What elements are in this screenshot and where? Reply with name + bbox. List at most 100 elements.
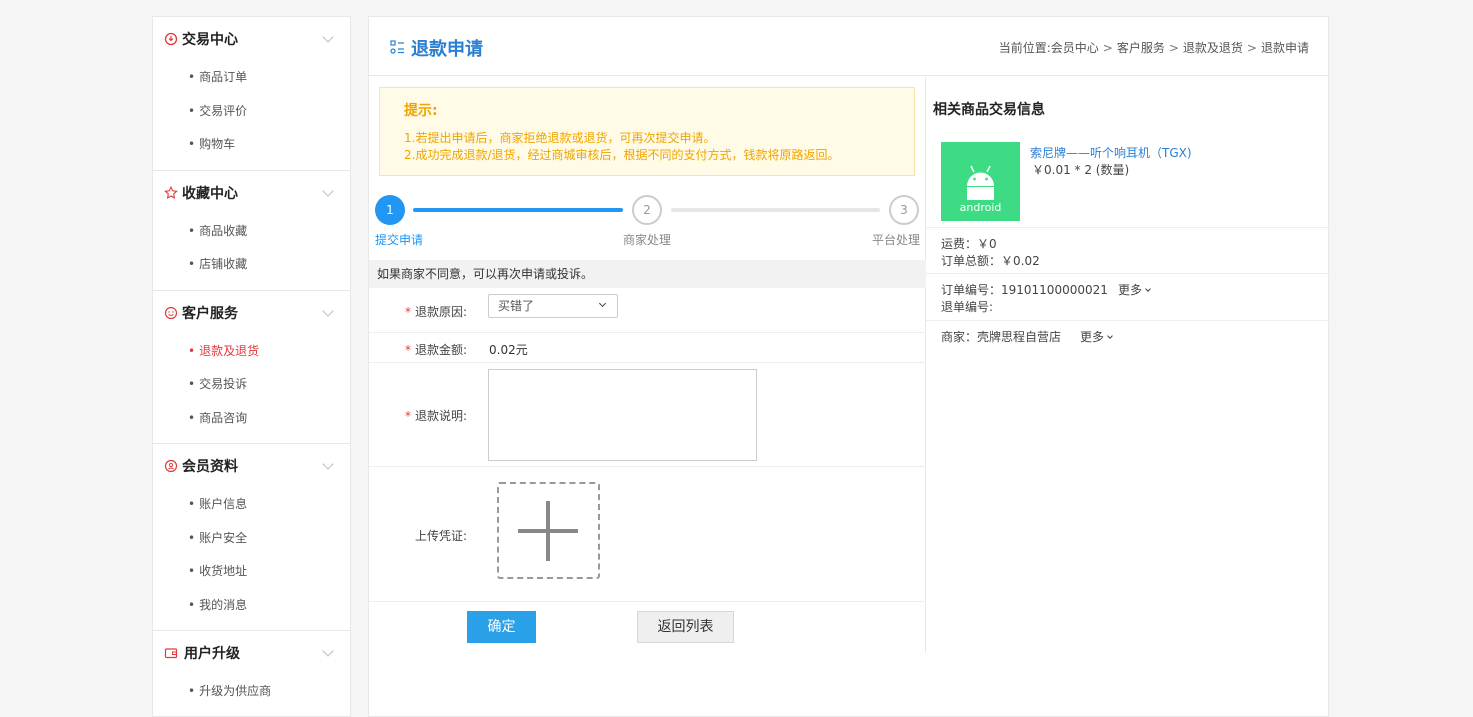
step-3-label: 平台处理 xyxy=(872,233,921,247)
main-header: 退款申请 当前位置:会员中心 > 客户服务 > 退款及退货 > 退款申请 xyxy=(369,17,1328,76)
page-title: 退款申请 xyxy=(411,39,483,60)
product-image[interactable]: android xyxy=(941,142,1020,221)
chevron-down-icon[interactable] xyxy=(322,645,334,657)
form-note: 如果商家不同意，可以再次申请或投诉。 xyxy=(369,260,926,288)
merchant-more-toggle[interactable]: 更多 xyxy=(1080,328,1113,345)
chevron-down-icon xyxy=(1107,333,1113,339)
breadcrumb-item[interactable]: 退款及退货 xyxy=(1183,41,1243,55)
sidebar-section-customer-service: 客户服务 退款及退货 交易投诉 商品咨询 xyxy=(153,291,350,444)
sidebar-item-complaints[interactable]: 交易投诉 xyxy=(153,368,350,402)
description-row: * 退款说明: xyxy=(369,363,926,467)
sidebar-section-header[interactable]: 客户服务 xyxy=(153,291,350,335)
plus-icon-vertical xyxy=(546,501,550,561)
upload-row: 上传凭证: xyxy=(369,467,926,602)
refund-form-column: 提示: 1.若提出申请后，商家拒绝退款或退货，可再次提交申请。 2.成功完成退款… xyxy=(369,77,926,653)
sidebar-item-shop-favorites[interactable]: 店铺收藏 xyxy=(153,248,350,282)
product-name-link[interactable]: 索尼牌——听个响耳机（TGX) xyxy=(1030,144,1192,161)
sidebar-item-account-info[interactable]: 账户信息 xyxy=(153,488,350,522)
list-icon xyxy=(390,40,405,55)
section-title: 会员资料 xyxy=(182,459,238,475)
sidebar-item-reviews[interactable]: 交易评价 xyxy=(153,95,350,129)
reason-label: * 退款原因: xyxy=(405,303,467,320)
sidebar-section-header[interactable]: 用户升级 xyxy=(153,631,350,675)
chevron-down-icon[interactable] xyxy=(322,31,334,43)
order-number: 订单编号：19101100000021 xyxy=(941,283,1108,297)
sidebar-item-upgrade-supplier[interactable]: 升级为供应商 xyxy=(153,675,350,709)
more-label: 更多 xyxy=(1118,283,1143,297)
breadcrumb-separator: > xyxy=(1246,41,1257,55)
order-no-block: 订单编号：19101100000021 更多 退单编号: xyxy=(926,273,1329,320)
wallet-icon xyxy=(164,646,178,660)
sidebar-item-orders[interactable]: 商品订单 xyxy=(153,61,350,95)
breadcrumb-item[interactable]: 客户服务 xyxy=(1117,41,1165,55)
sidebar-section-favorites: 收藏中心 商品收藏 店铺收藏 xyxy=(153,171,350,291)
upload-button[interactable] xyxy=(497,482,600,579)
chevron-down-icon xyxy=(1145,286,1151,292)
merchant-name: 商家：壳牌思程自营店 xyxy=(941,330,1062,344)
sidebar-item-product-favorites[interactable]: 商品收藏 xyxy=(153,215,350,249)
step-2-label: 商家处理 xyxy=(623,233,672,247)
section-title: 用户升级 xyxy=(184,646,240,662)
chevron-down-icon xyxy=(598,299,607,308)
description-label: * 退款说明: xyxy=(405,407,467,424)
step-line-todo xyxy=(671,208,880,212)
required-mark: * xyxy=(404,305,411,319)
user-icon xyxy=(164,459,178,473)
merchant-block: 商家：壳牌思程自营店 更多 xyxy=(926,320,1329,350)
shipping-fee: 运费：￥0 xyxy=(941,237,997,251)
sidebar-section-header[interactable]: 收藏中心 xyxy=(153,171,350,215)
required-mark: * xyxy=(404,409,411,423)
breadcrumb-separator: > xyxy=(1168,41,1179,55)
progress-steps: 1 2 3 提交申请 商家处理 平台处理 xyxy=(369,195,926,251)
refund-description-textarea[interactable] xyxy=(488,369,757,461)
amount-label: * 退款金额: xyxy=(405,341,467,358)
description-label-text: 退款说明: xyxy=(414,409,467,423)
chevron-down-icon[interactable] xyxy=(322,184,334,197)
required-mark: * xyxy=(404,343,411,357)
amount-value: 0.02元 xyxy=(489,343,528,357)
fee-block: 运费：￥0 订单总额：￥0.02 xyxy=(926,227,1329,273)
reason-select-value: 买错了 xyxy=(498,299,535,313)
related-info-column: 相关商品交易信息 android 索尼牌——听个响耳机（TGX) ￥0.01 *… xyxy=(926,77,1329,653)
more-label: 更多 xyxy=(1080,330,1105,344)
breadcrumb-current: 退款申请 xyxy=(1260,41,1309,55)
android-icon: android xyxy=(960,165,1002,214)
section-title: 交易中心 xyxy=(182,32,238,48)
order-more-toggle[interactable]: 更多 xyxy=(1118,281,1151,298)
reason-label-text: 退款原因: xyxy=(414,305,467,319)
sidebar-section-member: 会员资料 账户信息 账户安全 收货地址 我的消息 xyxy=(153,444,350,631)
sidebar-section-upgrade: 用户升级 升级为供应商 xyxy=(153,631,350,709)
breadcrumb-separator: > xyxy=(1102,41,1113,55)
sidebar-section-trade: 交易中心 商品订单 交易评价 购物车 xyxy=(153,17,350,171)
order-total: 订单总额：￥0.02 xyxy=(941,254,1040,268)
sidebar-item-consultation[interactable]: 商品咨询 xyxy=(153,402,350,436)
sidebar-item-account-security[interactable]: 账户安全 xyxy=(153,522,350,556)
breadcrumb-item[interactable]: 会员中心 xyxy=(1051,41,1099,55)
reason-select[interactable]: 买错了 xyxy=(488,294,618,318)
tip-box: 提示: 1.若提出申请后，商家拒绝退款或退货，可再次提交申请。 2.成功完成退款… xyxy=(379,87,915,176)
android-wordmark: android xyxy=(960,201,1002,214)
chevron-down-icon[interactable] xyxy=(322,304,334,317)
tip-title: 提示: xyxy=(404,103,438,119)
sidebar-item-refund[interactable]: 退款及退货 xyxy=(153,335,350,369)
sidebar-item-messages[interactable]: 我的消息 xyxy=(153,589,350,623)
breadcrumb: 当前位置:会员中心 > 客户服务 > 退款及退货 > 退款申请 xyxy=(999,39,1309,56)
upload-label: 上传凭证: xyxy=(414,529,467,543)
sidebar: 交易中心 商品订单 交易评价 购物车 收藏中心 商品收藏 店铺收藏 客户服务 退… xyxy=(152,16,351,717)
section-title: 客户服务 xyxy=(182,305,238,322)
step-2-circle: 2 xyxy=(632,195,662,225)
confirm-button[interactable]: 确定 xyxy=(467,611,536,643)
sidebar-item-address[interactable]: 收货地址 xyxy=(153,555,350,589)
reason-row: * 退款原因: 买错了 xyxy=(369,288,926,333)
back-to-list-button[interactable]: 返回列表 xyxy=(637,611,734,643)
sidebar-section-header[interactable]: 会员资料 xyxy=(153,444,350,488)
main-panel: 退款申请 当前位置:会员中心 > 客户服务 > 退款及退货 > 退款申请 提示: 1.若提出… xyxy=(368,16,1329,717)
sidebar-section-header[interactable]: 交易中心 xyxy=(153,17,350,61)
related-title: 相关商品交易信息 xyxy=(933,102,1045,118)
step-1-label: 提交申请 xyxy=(375,233,424,247)
tip-line: 2.成功完成退款/退货，经过商城审核后，根据不同的支付方式，钱款将原路返回。 xyxy=(404,148,840,162)
chevron-down-icon[interactable] xyxy=(322,458,334,470)
refund-number: 退单编号: xyxy=(941,300,994,314)
amount-label-text: 退款金额: xyxy=(414,343,467,357)
sidebar-item-cart[interactable]: 购物车 xyxy=(153,128,350,162)
